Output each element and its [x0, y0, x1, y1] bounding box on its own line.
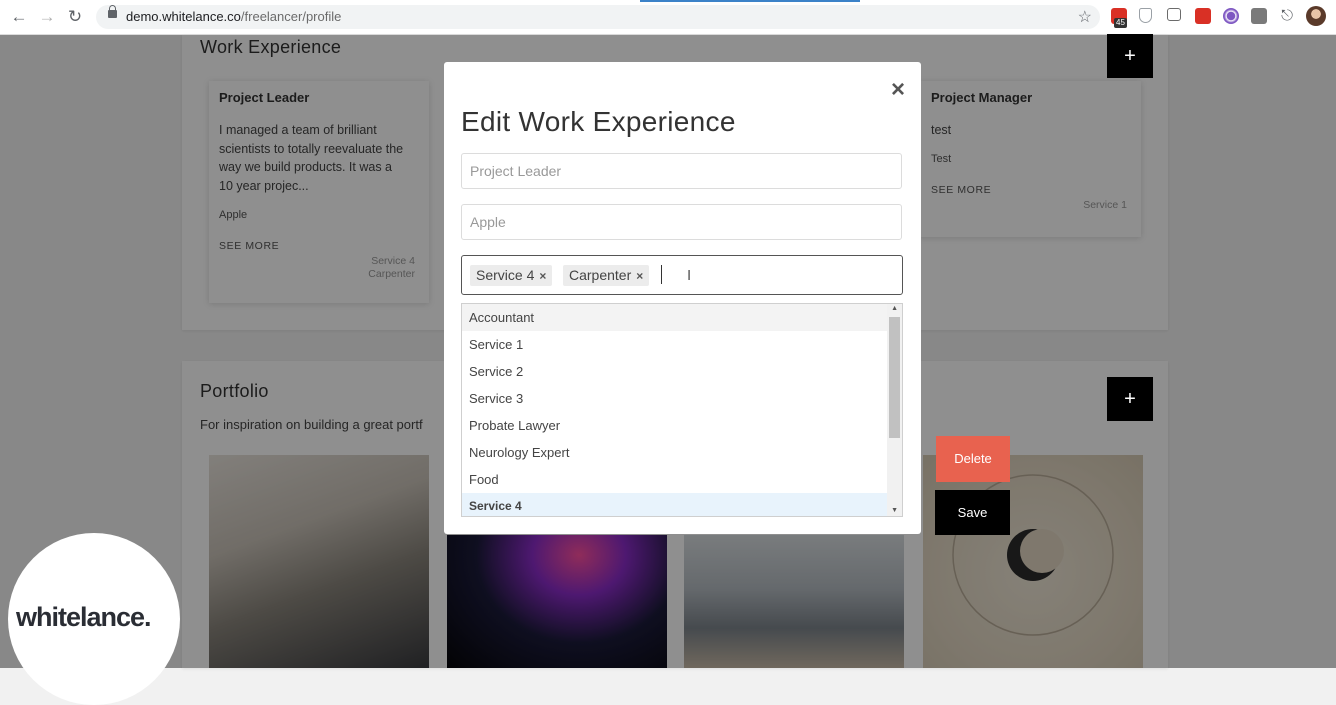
services-tag-input[interactable]: Service 4 × Carpenter × I [461, 255, 903, 295]
bookmark-star-icon[interactable]: ☆ [1078, 7, 1092, 27]
tag-chip: Carpenter × [563, 265, 650, 286]
scrollbar-thumb[interactable] [889, 317, 900, 438]
extension-badge: 45 [1114, 18, 1127, 28]
job-title-input[interactable] [462, 154, 901, 188]
address-bar[interactable]: demo.whitelance.co/freelancer/profile ☆ [96, 5, 1100, 29]
shield-extension-icon[interactable] [1139, 8, 1152, 23]
text-caret [661, 265, 662, 284]
dropdown-option[interactable]: Neurology Expert [462, 439, 888, 466]
tag-chip-label: Carpenter [569, 267, 632, 283]
close-icon[interactable]: × [891, 76, 905, 104]
company-field[interactable] [461, 204, 902, 240]
save-button[interactable]: Save [935, 490, 1010, 535]
dropdown-scrollbar[interactable]: ▲ ▼ [887, 304, 902, 516]
company-input[interactable] [462, 205, 901, 239]
gear-extension-icon[interactable] [1223, 8, 1239, 24]
back-arrow-icon[interactable]: ← [8, 7, 30, 27]
forward-arrow-icon[interactable]: → [36, 7, 58, 27]
tag-chip: Service 4 × [470, 265, 553, 286]
dropdown-option-highlighted[interactable]: Service 4 [462, 493, 888, 516]
profile-avatar[interactable] [1306, 6, 1326, 26]
app-extension-icon[interactable] [1251, 8, 1267, 24]
dropdown-option[interactable]: Probate Lawyer [462, 412, 888, 439]
reload-icon[interactable]: ↻ [64, 7, 86, 27]
text-cursor-icon: I [687, 267, 692, 284]
services-dropdown[interactable]: Accountant Service 1 Service 2 Service 3… [461, 303, 903, 517]
dropdown-option[interactable]: Food [462, 466, 888, 493]
scroll-up-icon[interactable]: ▲ [891, 305, 898, 312]
edit-work-experience-modal: × Edit Work Experience Service 4 × Carpen… [444, 62, 921, 534]
puzzle-extensions-icon[interactable]: ⎋ [1279, 8, 1295, 24]
brand-logo-text: whitelance. [16, 602, 152, 632]
scroll-down-icon[interactable]: ▼ [891, 507, 898, 514]
loading-indicator [640, 0, 860, 2]
dropdown-option[interactable]: Service 3 [462, 385, 888, 412]
lock-icon [108, 5, 117, 18]
add-work-experience-button[interactable]: + [1107, 34, 1153, 78]
tag-chip-label: Service 4 [476, 267, 535, 283]
dropdown-option[interactable]: Service 2 [462, 358, 888, 385]
browser-toolbar: ← → ↻ demo.whitelance.co/freelancer/prof… [0, 0, 1336, 35]
remove-tag-icon[interactable]: × [636, 269, 643, 283]
url-path: /freelancer/profile [240, 9, 342, 24]
delete-button[interactable]: Delete [936, 436, 1010, 482]
url-text[interactable]: demo.whitelance.co/freelancer/profile [126, 9, 341, 24]
modal-title: Edit Work Experience [461, 106, 736, 137]
pdf-extension-icon[interactable] [1195, 8, 1211, 24]
add-portfolio-button[interactable]: + [1107, 377, 1153, 421]
job-title-field[interactable] [461, 153, 902, 189]
dropdown-option[interactable]: Service 1 [462, 331, 888, 358]
remove-tag-icon[interactable]: × [539, 269, 546, 283]
camera-extension-icon[interactable] [1167, 8, 1181, 21]
dropdown-option[interactable]: Accountant [462, 304, 888, 331]
url-domain: demo.whitelance.co [126, 9, 241, 24]
